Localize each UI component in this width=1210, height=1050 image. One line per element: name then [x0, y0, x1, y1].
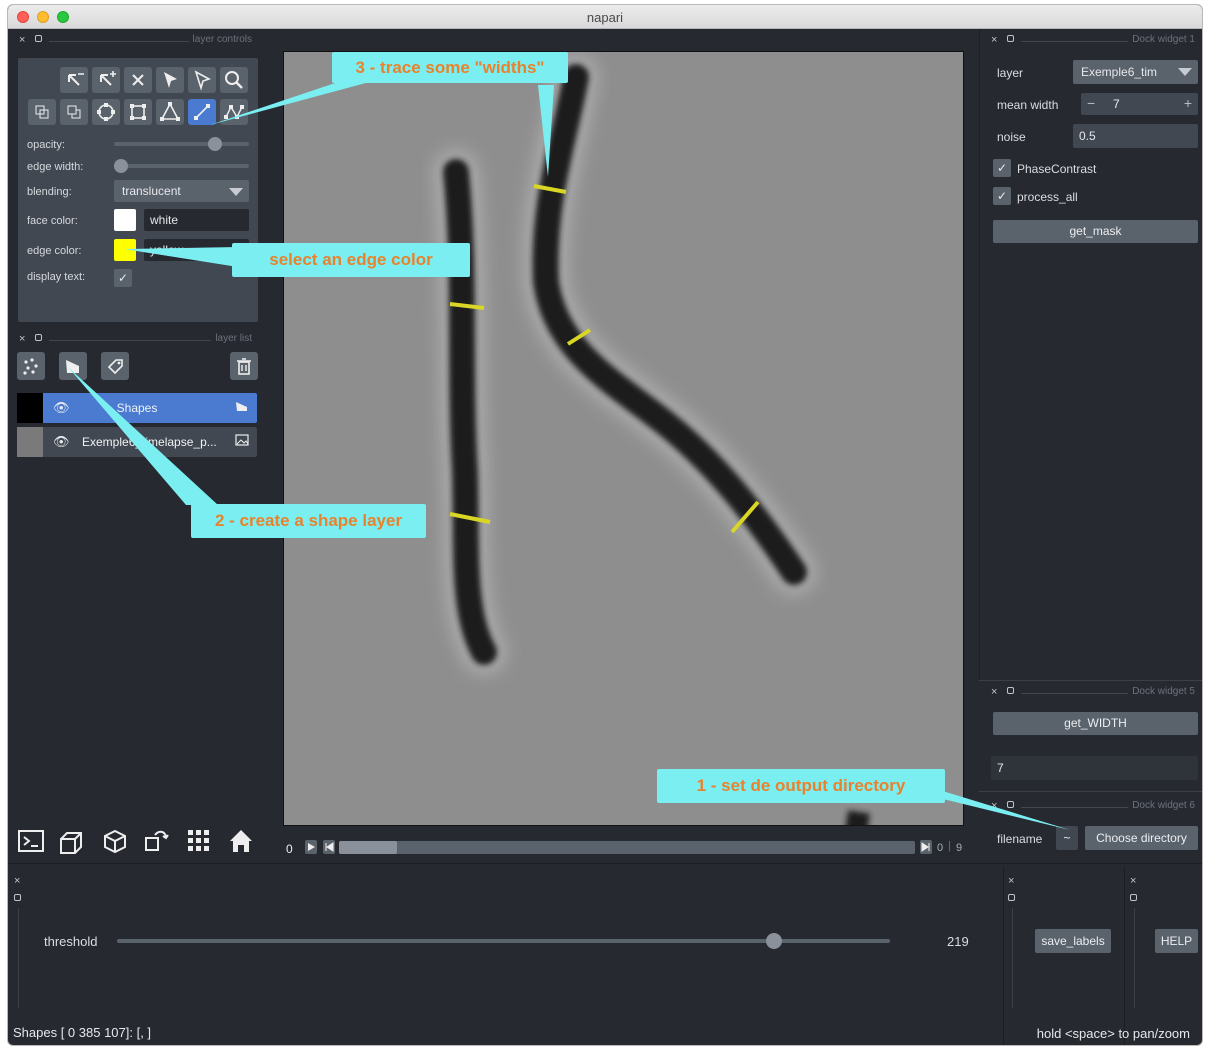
callout-trace-widths: 3 - trace some "widths" — [332, 52, 568, 83]
callout-edge-color: select an edge color — [232, 243, 470, 277]
callout-pointers — [68, 77, 1070, 830]
callout-output-directory: 1 - set de output directory — [657, 769, 945, 803]
napari-window: napari × layer controls opacity: edge wi… — [7, 4, 1203, 1046]
callout-create-shape-layer: 2 - create a shape layer — [191, 504, 426, 538]
